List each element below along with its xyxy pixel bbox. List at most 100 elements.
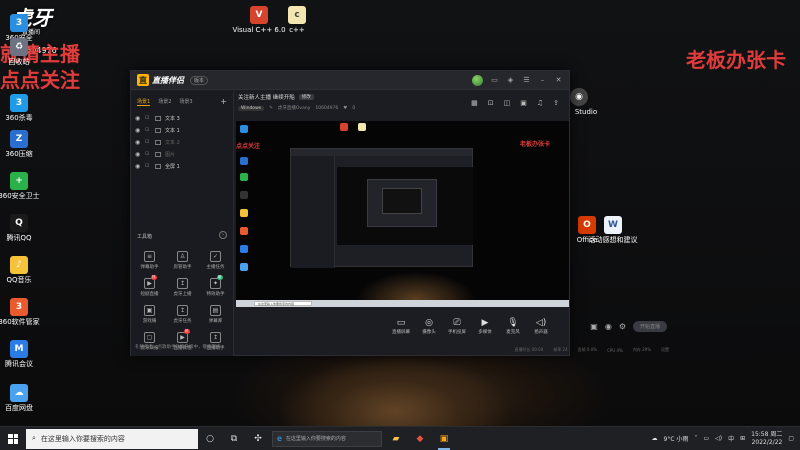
visibility-eye-icon[interactable]: ◉ — [135, 151, 141, 158]
source-item[interactable]: ◉ ⊡ 文本 1 — [135, 124, 229, 136]
desktop-icon[interactable]: M 腾讯会议 — [0, 340, 46, 369]
app-titlebar[interactable]: 直 直播伴侣 版本 ▭ ◈ ☰ – ✕ — [131, 71, 569, 90]
tray-app-icon[interactable]: ⊞ — [740, 435, 745, 442]
volume-icon[interactable]: ◁) — [715, 435, 722, 442]
clock-time: 15:58 周二 — [751, 430, 783, 438]
tool-label: 房管助手 — [173, 265, 192, 270]
stream-category[interactable]: Windows — [238, 105, 265, 111]
tray-chevron-icon[interactable]: ˄ — [694, 435, 697, 442]
camera-button[interactable]: ◎ 摄像头 — [415, 318, 443, 335]
visibility-eye-icon[interactable]: ◉ — [135, 127, 141, 134]
add-scene-icon[interactable]: + — [220, 97, 227, 106]
lock-icon[interactable]: ⊡ — [145, 163, 151, 169]
desktop-icon[interactable]: ☁ 百度网盘 — [0, 384, 46, 413]
tab-scene-2[interactable]: 场景2 — [158, 98, 171, 105]
cortana-icon[interactable]: ○ — [198, 427, 222, 450]
tool-label: 弹幕库 — [208, 319, 223, 324]
desktop-icon-cpp[interactable]: c c++ — [270, 6, 324, 35]
lock-icon[interactable]: ⊡ — [145, 151, 151, 157]
speaker-icon: ◁) — [535, 317, 547, 328]
weather-text[interactable]: 9°C 小雨 — [664, 434, 689, 443]
source-name: 图片 — [165, 151, 176, 158]
desktop-icon[interactable]: Z 360压缩 — [0, 130, 46, 159]
desktop-icon[interactable]: +360安全卫士 — [0, 172, 46, 201]
multimedia-button[interactable]: ▶ 多媒体 — [471, 318, 499, 335]
browser-address-bar[interactable]: e 在这里输入你要搜索的内容 — [272, 430, 382, 447]
source-item[interactable]: ◉ ⊡ 文本 3 — [135, 112, 229, 124]
live-companion-window[interactable]: 直 直播伴侣 版本 ▭ ◈ ☰ – ✕ 场景1 场景2 场景3 + ◉ ⊡ 文本 3… — [130, 70, 669, 356]
preview-desktop-icon — [240, 191, 248, 199]
fan-app-icon[interactable]: ✣ — [246, 427, 270, 450]
toolbox-item[interactable]: ✦ 特效助手新 — [199, 275, 232, 297]
desktop-app-icon: ♪ — [10, 256, 28, 274]
clock[interactable]: 15:58 周二 2022/2/22 — [751, 431, 782, 447]
toolbox-item[interactable]: ♙ 房管助手 — [166, 251, 199, 270]
eye-icon[interactable]: ◉ — [605, 322, 612, 331]
stream-room: 10604976 — [315, 105, 339, 111]
lock-icon[interactable]: ⊡ — [145, 115, 151, 121]
toolbox-item[interactable]: ▤ 弹幕库 — [199, 305, 232, 324]
ime-icon[interactable]: 中 — [728, 434, 734, 443]
tool-icon: ≡ — [144, 251, 155, 262]
user-avatar[interactable] — [472, 74, 483, 86]
toolbox-item[interactable]: ↥ 虎牙上播 — [166, 278, 199, 297]
lock-icon[interactable]: ⊡ — [488, 99, 494, 107]
desktop-icon[interactable]: Q 腾讯QQ — [0, 214, 46, 243]
task-view-icon[interactable]: ⧉ — [222, 427, 246, 450]
microphone-button[interactable]: 🎙 麦克风 — [499, 318, 527, 335]
preview-desktop-icon — [240, 209, 248, 217]
speaker-button[interactable]: ◁) 扬声器 — [527, 318, 555, 335]
tab-scene-1[interactable]: 场景1 — [137, 98, 151, 106]
desktop-icon-doc[interactable]: W 活动感想和建议 — [586, 216, 640, 245]
toolbox-item[interactable]: ↥ 虎牙任务 — [166, 305, 199, 324]
screenshot-icon[interactable]: ◫ — [504, 99, 511, 107]
close-icon[interactable]: ✕ — [554, 76, 563, 84]
desktop-icon[interactable]: 3 360软件管家 — [0, 298, 46, 327]
toolbox-item[interactable]: ≡ 弹幕助手 — [133, 251, 166, 270]
settings-gear-icon[interactable]: ⚙ — [619, 322, 626, 331]
desktop-icon[interactable]: ♻ 回收站 — [0, 38, 46, 67]
menu-icon[interactable]: ☰ — [522, 76, 531, 84]
record-icon[interactable]: ▣ — [520, 99, 527, 107]
toolbox-more-icon[interactable]: › — [219, 231, 227, 239]
phone-cast-button[interactable]: ⎚ 手机投屏 — [443, 318, 471, 335]
source-item[interactable]: ◉ ⊡ 文本 2 — [135, 136, 229, 148]
source-item[interactable]: ◉ ⊡ 全屏 1 — [135, 160, 229, 172]
screen-capture-button[interactable]: ▭ 直播屏幕 — [387, 318, 415, 335]
edit-pencil-icon[interactable]: ✎ — [269, 106, 273, 111]
word-doc-icon: W — [604, 216, 622, 234]
edge-icon: e — [277, 434, 282, 443]
visibility-eye-icon[interactable]: ◉ — [135, 139, 141, 146]
visibility-eye-icon[interactable]: ◉ — [135, 163, 141, 170]
app-logo-icon: 直 — [137, 74, 149, 86]
minimize-icon[interactable]: – — [538, 76, 547, 84]
app-red-icon[interactable]: ◆ — [408, 427, 432, 450]
taskbar-search-box[interactable]: ⌕ 在这里输入你要搜索的内容 — [26, 428, 198, 449]
network-icon[interactable]: ▭ — [703, 435, 709, 442]
desktop-icon[interactable]: ♪ QQ音乐 — [0, 256, 46, 285]
toolbox-item[interactable]: ▣ 游戏赚 — [133, 305, 166, 324]
start-button[interactable] — [0, 427, 26, 450]
layout-icon[interactable]: ▦ — [471, 99, 478, 107]
message-icon[interactable]: ▭ — [490, 76, 499, 84]
toolbox-item[interactable]: ✓ 主播任务 — [199, 251, 232, 270]
live-preview-canvas[interactable]: 点点关注 老板办张卡 在这里输入你要搜索的内容 — [236, 121, 569, 307]
file-explorer-icon[interactable]: ▰ — [384, 427, 408, 450]
lock-icon[interactable]: ⊡ — [145, 139, 151, 145]
version-pill[interactable]: 版本 — [190, 75, 209, 85]
tab-scene-3[interactable]: 场景3 — [179, 98, 192, 105]
desktop-icon[interactable]: 3 360杀毒 — [0, 94, 46, 123]
video-icon[interactable]: ▣ — [590, 322, 598, 331]
source-item[interactable]: ◉ ⊡ 图片 — [135, 148, 229, 160]
notification-icon[interactable]: ▢ — [788, 435, 794, 442]
bell-icon[interactable]: ♫ — [537, 99, 543, 107]
share-icon[interactable]: ⇪ — [553, 99, 559, 107]
visibility-eye-icon[interactable]: ◉ — [135, 115, 141, 122]
live-companion-taskbar-icon[interactable]: ▣ — [432, 427, 456, 450]
toolbox-item[interactable]: ▶ 短剧直播热 — [133, 275, 166, 297]
start-live-button[interactable]: 开始直播 — [632, 320, 667, 332]
edit-announcement-button[interactable]: 修改 — [298, 94, 314, 100]
scene-panel: 场景1 场景2 场景3 + ◉ ⊡ 文本 3 ◉ ⊡ 文本 1 ◉ ⊡ 文本 2 ◉ ⊡ 图片 ◉ ⊡ 全屏… — [131, 91, 234, 356]
skin-icon[interactable]: ◈ — [506, 76, 515, 84]
lock-icon[interactable]: ⊡ — [145, 127, 151, 133]
